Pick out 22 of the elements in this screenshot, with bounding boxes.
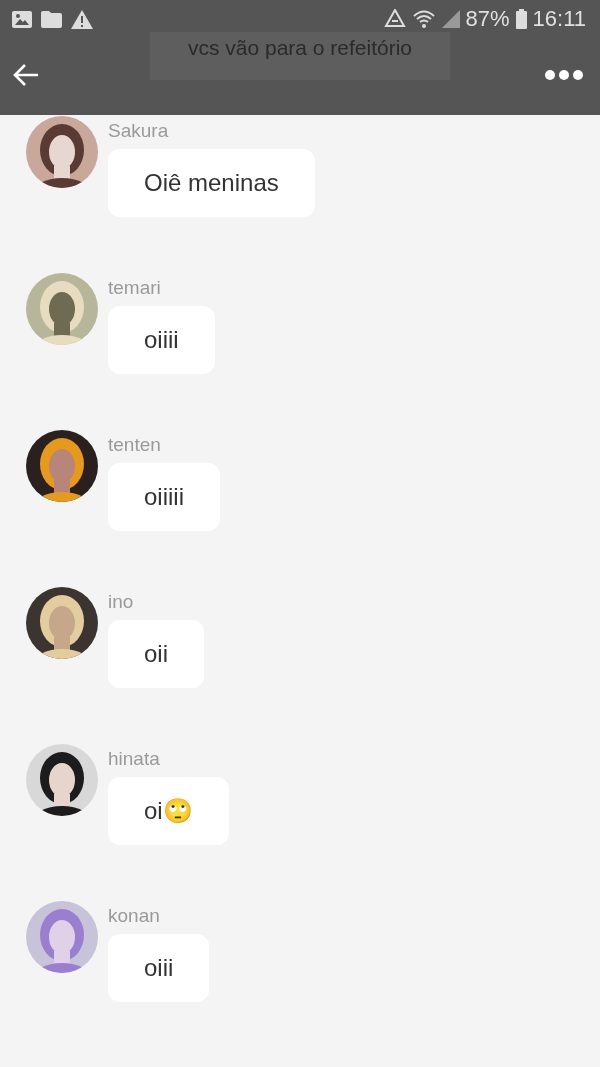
- more-options-icon[interactable]: [544, 68, 584, 81]
- message-bubble: oiiiii: [108, 463, 220, 531]
- battery-level: 87%: [465, 6, 510, 32]
- author-name: hinata: [108, 747, 160, 771]
- author-name: Sakura: [108, 119, 169, 143]
- wifi-icon: [411, 9, 436, 29]
- author-name: ino: [108, 590, 134, 614]
- folder-icon: [41, 10, 62, 28]
- message-bubble: oiii: [108, 934, 210, 1002]
- message-bubble: Oiê meninas: [108, 149, 315, 217]
- signal-icon: [441, 10, 460, 28]
- author-name: temari: [108, 276, 161, 300]
- author-name: konan: [108, 904, 160, 928]
- message-bubble: oii: [108, 620, 204, 688]
- clock: 16:11: [532, 6, 586, 32]
- image-icon: [12, 10, 32, 28]
- warning-icon: [71, 9, 93, 29]
- battery-icon: [515, 9, 527, 29]
- message-bubble: oi🙄: [108, 777, 229, 845]
- author-name: tenten: [108, 433, 161, 457]
- back-arrow-icon[interactable]: [12, 62, 40, 87]
- message-bubble: oiiii: [108, 306, 215, 374]
